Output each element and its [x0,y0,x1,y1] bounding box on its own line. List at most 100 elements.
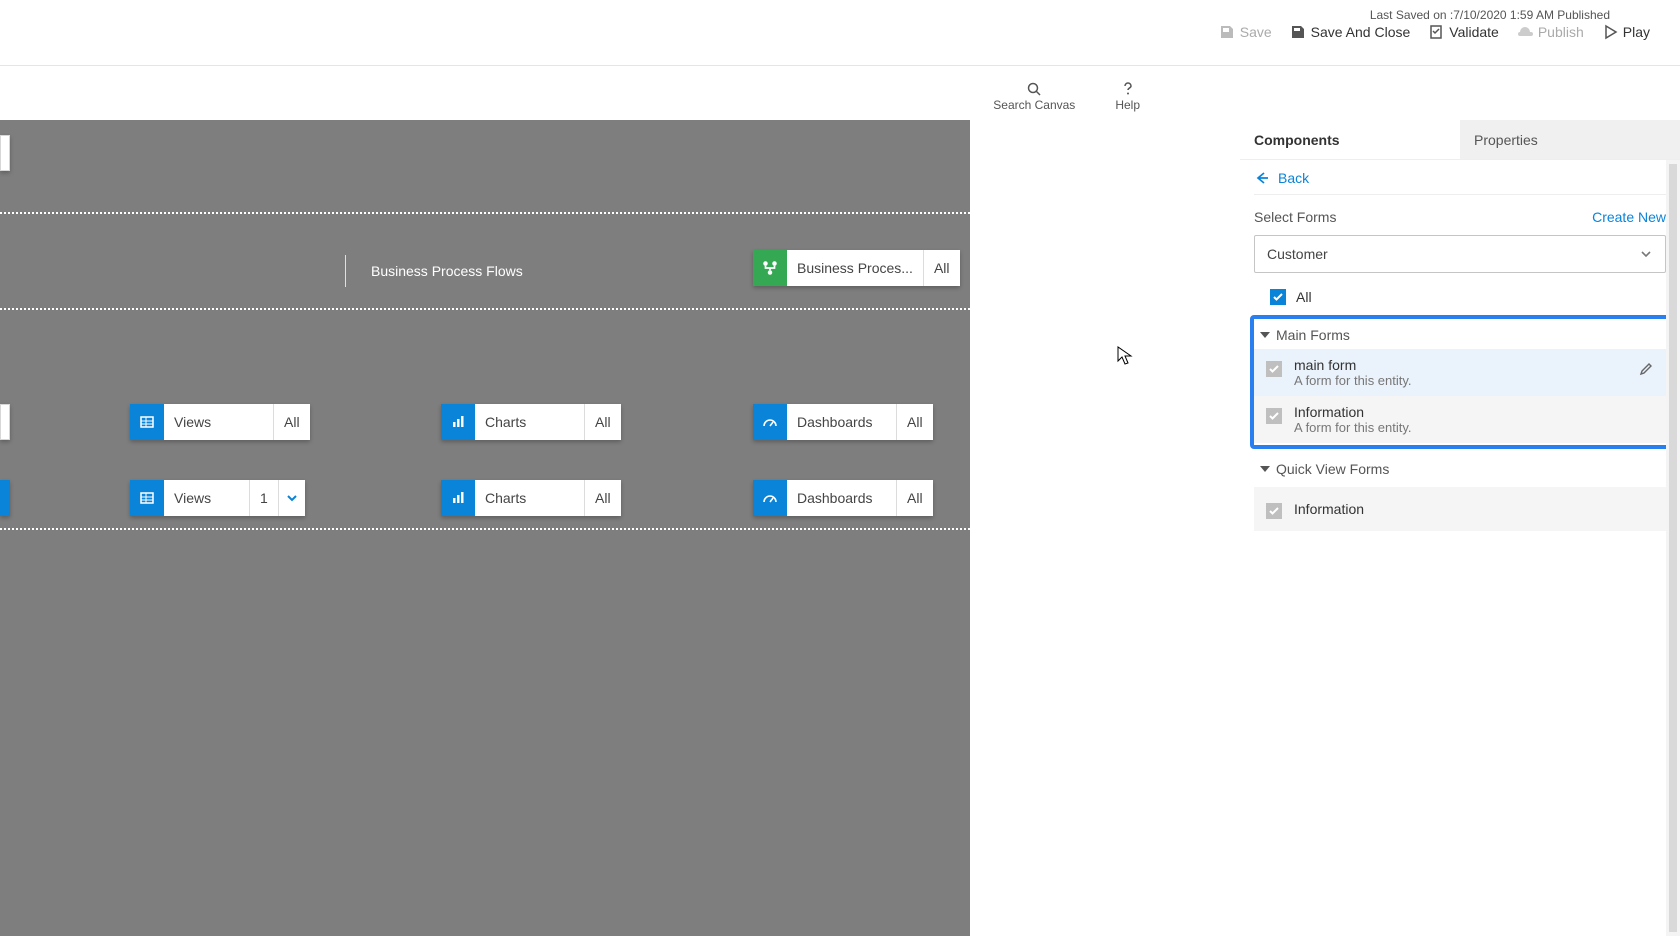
publish-icon [1517,24,1533,40]
panel-tabs: Components Properties [1240,120,1680,160]
dropdown-value: Customer [1267,246,1328,262]
caret-down-icon [1260,332,1270,338]
checkbox-checked-icon [1270,289,1286,305]
caret-down-icon [1260,466,1270,472]
chart-icon [441,404,475,440]
tab-properties[interactable]: Properties [1460,120,1680,159]
select-forms-label: Select Forms [1254,209,1336,225]
section-divider-3 [0,528,970,530]
form-item-desc: A form for this entity. [1294,420,1658,435]
clipped-tile-row2[interactable] [0,480,10,516]
form-item-title: Information [1294,404,1658,420]
dashboards-tile-row2[interactable]: Dashboards All [753,480,933,516]
quick-view-item-title: Information [1294,501,1364,517]
pencil-icon [1638,361,1654,377]
create-new-link[interactable]: Create New [1592,209,1666,225]
play-button[interactable]: Play [1602,24,1650,40]
publish-label: Publish [1538,24,1584,40]
panel-divider [1254,194,1666,195]
quick-view-header-label: Quick View Forms [1276,461,1389,477]
bpf-tile-label: Business Proces... [787,250,924,286]
chevron-down-icon [1639,247,1653,261]
validate-button[interactable]: Validate [1428,24,1499,40]
save-and-close-button[interactable]: Save And Close [1290,24,1411,40]
all-checkbox-row[interactable]: All [1270,289,1666,305]
views-tile-row2[interactable]: Views 1 [130,480,305,516]
publish-button: Publish [1517,24,1584,40]
dashboards-label-row2: Dashboards [787,480,897,516]
panel-body: Back Select Forms Create New Customer Al… [1240,160,1680,936]
checkbox-selected-disabled-icon [1266,503,1282,519]
clipped-tile-top[interactable] [0,135,10,171]
right-panel: Components Properties Back Select Forms … [1240,120,1680,936]
validate-label: Validate [1449,24,1499,40]
status-line: Last Saved on :7/10/2020 1:59 AM Publish… [1370,8,1610,22]
charts-suffix-row2[interactable]: All [585,480,621,516]
dashboards-tile-row1[interactable]: Dashboards All [753,404,933,440]
bpf-label-text: Business Process Flows [371,263,523,279]
chevron-down-icon [285,491,299,505]
main-forms-header[interactable]: Main Forms [1254,321,1666,349]
views-count-row2: 1 [250,480,278,516]
canvas-area[interactable]: Business Process Flows Business Proces..… [0,120,970,936]
play-label: Play [1623,24,1650,40]
all-label: All [1296,289,1312,305]
charts-tile-row1[interactable]: Charts All [441,404,621,440]
search-icon [1026,81,1042,97]
chart-icon [441,480,475,516]
help-icon [1120,81,1136,97]
top-toolbar: Save Save And Close Validate Publish Pla… [1219,24,1650,40]
save-icon [1219,24,1235,40]
form-item-information[interactable]: Information A form for this entity. [1254,396,1666,443]
back-label: Back [1278,170,1309,186]
mouse-cursor [1117,346,1133,366]
save-button: Save [1219,24,1272,40]
validate-icon [1428,24,1444,40]
select-forms-row: Select Forms Create New [1254,209,1666,225]
tab-components[interactable]: Components [1240,120,1460,159]
charts-label-row1: Charts [475,404,585,440]
clipped-tile-row1[interactable] [0,404,10,440]
quick-view-item[interactable]: Information [1254,487,1666,531]
back-button[interactable]: Back [1254,170,1666,186]
checkbox-selected-disabled-icon [1266,408,1282,424]
arrow-left-icon [1254,170,1270,186]
bpf-tile[interactable]: Business Proces... All [753,250,960,286]
toolbar-divider [0,65,1680,66]
secondary-bar: Search Canvas Help [0,72,1170,120]
views-suffix-row1[interactable]: All [274,404,310,440]
flow-icon [753,250,787,286]
views-label-row2: Views [164,480,250,516]
charts-suffix-row1[interactable]: All [585,404,621,440]
dashboards-label-row1: Dashboards [787,404,897,440]
gauge-icon [753,480,787,516]
section-divider-2 [0,308,970,310]
form-item-desc: A form for this entity. [1294,373,1622,388]
save-and-close-label: Save And Close [1311,24,1411,40]
dashboards-suffix-row1[interactable]: All [897,404,933,440]
bpf-tile-suffix[interactable]: All [924,250,960,286]
table-icon [130,404,164,440]
form-item-main[interactable]: main form A form for this entity. [1254,349,1666,396]
views-chevron-row2[interactable] [279,480,305,516]
save-label: Save [1240,24,1272,40]
form-item-title: main form [1294,357,1622,373]
search-canvas-button[interactable]: Search Canvas [993,81,1075,112]
views-tile-row1[interactable]: Views All [130,404,310,440]
quick-view-header[interactable]: Quick View Forms [1254,455,1666,483]
charts-tile-row2[interactable]: Charts All [441,480,621,516]
main-forms-header-label: Main Forms [1276,327,1350,343]
forms-dropdown[interactable]: Customer [1254,235,1666,273]
help-label: Help [1115,98,1140,112]
help-button[interactable]: Help [1115,81,1140,112]
table-icon [130,480,164,516]
views-label-row1: Views [164,404,274,440]
dashboards-suffix-row2[interactable]: All [897,480,933,516]
checkbox-selected-disabled-icon [1266,361,1282,377]
save-close-icon [1290,24,1306,40]
charts-label-row2: Charts [475,480,585,516]
play-icon [1602,24,1618,40]
edit-form-button[interactable] [1634,357,1658,381]
right-scrollbar[interactable] [1666,160,1680,936]
section-divider [0,212,970,214]
